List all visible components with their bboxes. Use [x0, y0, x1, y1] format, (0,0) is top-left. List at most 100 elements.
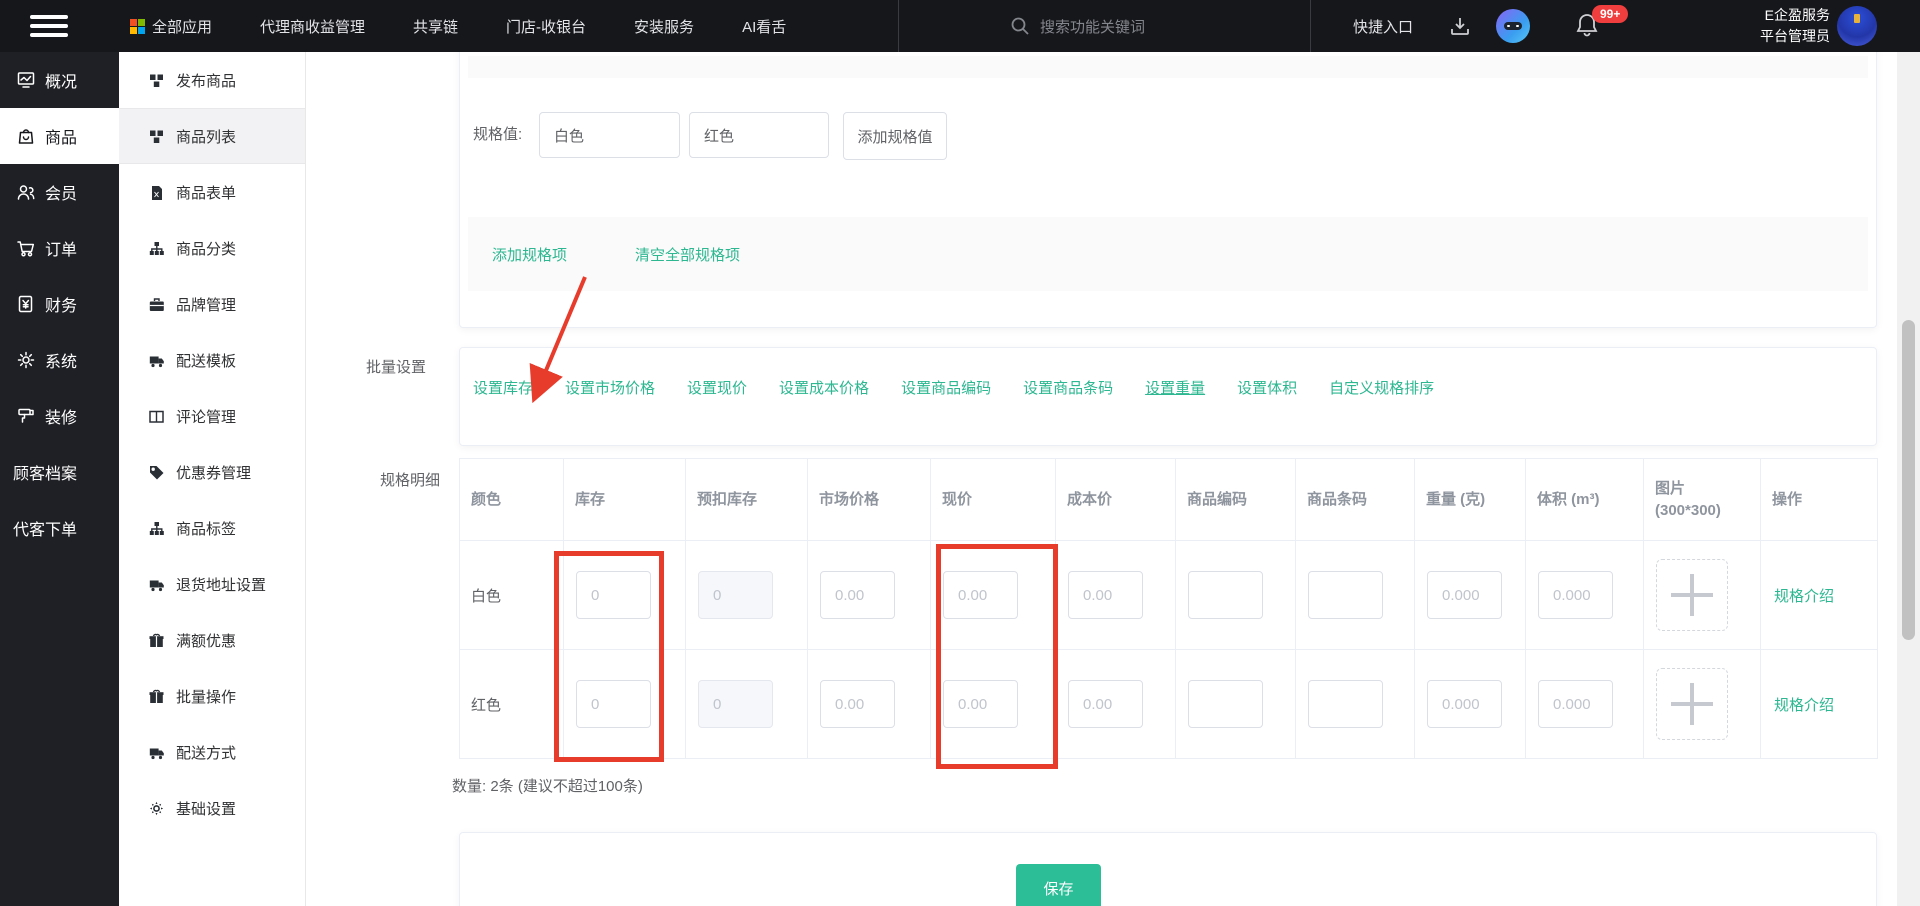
download-icon[interactable] — [1448, 14, 1472, 38]
profile-text[interactable]: E企盈服务 平台管理员 — [1700, 5, 1830, 47]
submenu-item-商品表单[interactable]: 商品表单 — [119, 164, 305, 220]
submenu-item-label: 品牌管理 — [176, 296, 237, 314]
topbar-menu-item[interactable]: 共享链 — [413, 16, 458, 37]
volume-input[interactable] — [1538, 680, 1613, 728]
submenu-item-评论管理[interactable]: 评论管理 — [119, 388, 305, 444]
batch-link-自定义规格排序[interactable]: 自定义规格排序 — [1329, 378, 1434, 400]
add-spec-item-link[interactable]: 添加规格项 — [492, 244, 567, 265]
gift-icon — [149, 689, 164, 703]
topbar-menu-item[interactable]: 代理商收益管理 — [260, 16, 365, 37]
search-input[interactable]: 搜索功能关键词 — [1010, 0, 1310, 52]
submenu-item-退货地址设置[interactable]: 退货地址设置 — [119, 556, 305, 612]
current-price-input[interactable] — [943, 680, 1018, 728]
sidebar-item-财务[interactable]: 财务 — [0, 276, 119, 332]
market-price-input-cell — [807, 540, 931, 650]
volume-input[interactable] — [1538, 571, 1613, 619]
page: 全部应用 代理商收益管理 共享链 门店-收银台 安装服务 AI看舌 搜索功能关键词 快捷入… — [0, 0, 1920, 906]
product-code-input[interactable] — [1188, 680, 1263, 728]
add-spec-value-button[interactable]: 添加规格值 — [843, 112, 947, 160]
batch-link-设置商品条码[interactable]: 设置商品条码 — [1023, 378, 1113, 400]
current-price-input[interactable] — [943, 571, 1018, 619]
submenu-item-商品标签[interactable]: 商品标签 — [119, 500, 305, 556]
members-icon — [17, 185, 35, 200]
submenu-item-label: 满额优惠 — [176, 632, 237, 650]
topbar-menu-item[interactable]: 全部应用 — [130, 16, 212, 37]
topbar-menu-item[interactable]: 安装服务 — [634, 16, 694, 37]
spec-value-input-2[interactable] — [689, 112, 829, 158]
profile-name: E企盈服务 — [1764, 7, 1830, 23]
batch-link-设置市场价格[interactable]: 设置市场价格 — [565, 378, 655, 400]
sidebar-item-顾客档案[interactable]: 顾客档案 — [0, 444, 119, 500]
spec-panel-header — [468, 56, 1868, 78]
gear-icon — [149, 801, 164, 815]
submenu-item-品牌管理[interactable]: 品牌管理 — [119, 276, 305, 332]
topbar-menu-item[interactable]: 门店-收银台 — [506, 16, 586, 37]
cost-price-input[interactable] — [1068, 571, 1143, 619]
submenu-item-商品列表[interactable]: 商品列表 — [119, 108, 305, 164]
sidebar-item-会员[interactable]: 会员 — [0, 164, 119, 220]
sitemap-icon — [149, 241, 164, 255]
secondary-sidebar: 发布商品 商品列表商品表单商品分类品牌管理配送模板 评论管理 优惠券管理 商品标签 退货地… — [119, 52, 306, 906]
weight-input[interactable] — [1427, 680, 1502, 728]
sidebar-item-代客下单[interactable]: 代客下单 — [0, 500, 119, 556]
clear-all-spec-link[interactable]: 清空全部规格项 — [635, 244, 740, 265]
topbar-menu-label: 安装服务 — [634, 18, 695, 36]
image-upload-plus-icon[interactable] — [1656, 668, 1728, 740]
scrollbar-thumb[interactable] — [1902, 320, 1915, 640]
weight-input-cell — [1414, 649, 1526, 759]
sidebar-item-商品[interactable]: 商品 — [0, 108, 119, 164]
submenu-item-基础设置[interactable]: 基础设置 — [119, 780, 305, 836]
image-upload-plus-icon[interactable] — [1656, 559, 1728, 631]
image-upload-cell — [1643, 540, 1761, 650]
spec-intro-link[interactable]: 规格介绍 — [1761, 697, 1834, 714]
spec-intro-link[interactable]: 规格介绍 — [1761, 588, 1834, 605]
weight-input[interactable] — [1427, 571, 1502, 619]
submenu-item-优惠券管理[interactable]: 优惠券管理 — [119, 444, 305, 500]
product-code-input[interactable] — [1188, 571, 1263, 619]
cost-price-input[interactable] — [1068, 680, 1143, 728]
market-price-input[interactable] — [820, 571, 895, 619]
save-button[interactable]: 保存 — [1016, 864, 1101, 906]
barcode-input[interactable] — [1308, 680, 1383, 728]
sidebar-item-label: 系统 — [45, 354, 78, 371]
sidebar-item-装修[interactable]: 装修 — [0, 388, 119, 444]
market-price-input[interactable] — [820, 680, 895, 728]
batch-link-设置库存[interactable]: 设置库存 — [473, 378, 533, 400]
sidebar-item-系统[interactable]: 系统 — [0, 332, 119, 388]
ai-robot-icon[interactable] — [1496, 9, 1530, 43]
stock-input-cell — [563, 649, 686, 759]
stock-input[interactable] — [576, 571, 651, 619]
notifications[interactable]: 99+ — [1574, 5, 1634, 42]
stock-input[interactable] — [576, 680, 651, 728]
submenu-item-发布商品[interactable]: 发布商品 — [119, 52, 305, 108]
reserved-stock-input[interactable] — [698, 680, 773, 728]
table-row: 白色 规格介绍 — [459, 540, 1878, 650]
sidebar-item-概况[interactable]: 概况 — [0, 52, 119, 108]
batch-link-设置成本价格[interactable]: 设置成本价格 — [779, 378, 869, 400]
search-icon — [1011, 17, 1029, 35]
spec-value-input-1[interactable] — [539, 112, 680, 158]
scrollbar-track[interactable] — [1897, 52, 1920, 906]
submenu-item-配送方式[interactable]: 配送方式 — [119, 724, 305, 780]
submenu-item-满额优惠[interactable]: 满额优惠 — [119, 612, 305, 668]
avatar[interactable] — [1837, 6, 1877, 46]
quick-entry-link[interactable]: 快捷入口 — [1353, 16, 1413, 37]
reserved-stock-input[interactable] — [698, 571, 773, 619]
submenu-item-批量操作[interactable]: 批量操作 — [119, 668, 305, 724]
batch-settings-label: 批量设置 — [366, 359, 427, 376]
sidebar-item-label: 商品 — [45, 130, 78, 147]
barcode-input-cell — [1295, 649, 1415, 759]
submenu-item-label: 商品表单 — [176, 184, 237, 202]
batch-link-设置体积[interactable]: 设置体积 — [1237, 378, 1297, 400]
sidebar-item-订单[interactable]: 订单 — [0, 220, 119, 276]
tag-icon — [150, 465, 164, 479]
submenu-item-商品分类[interactable]: 商品分类 — [119, 220, 305, 276]
batch-link-设置商品编码[interactable]: 设置商品编码 — [901, 378, 991, 400]
batch-link-设置现价[interactable]: 设置现价 — [687, 378, 747, 400]
topbar-menu-item[interactable]: AI看舌 — [742, 16, 786, 37]
cost-price-input-cell — [1055, 540, 1176, 650]
hamburger-menu-icon[interactable] — [30, 15, 68, 37]
batch-link-设置重量[interactable]: 设置重量 — [1145, 378, 1205, 400]
submenu-item-配送模板[interactable]: 配送模板 — [119, 332, 305, 388]
barcode-input[interactable] — [1308, 571, 1383, 619]
